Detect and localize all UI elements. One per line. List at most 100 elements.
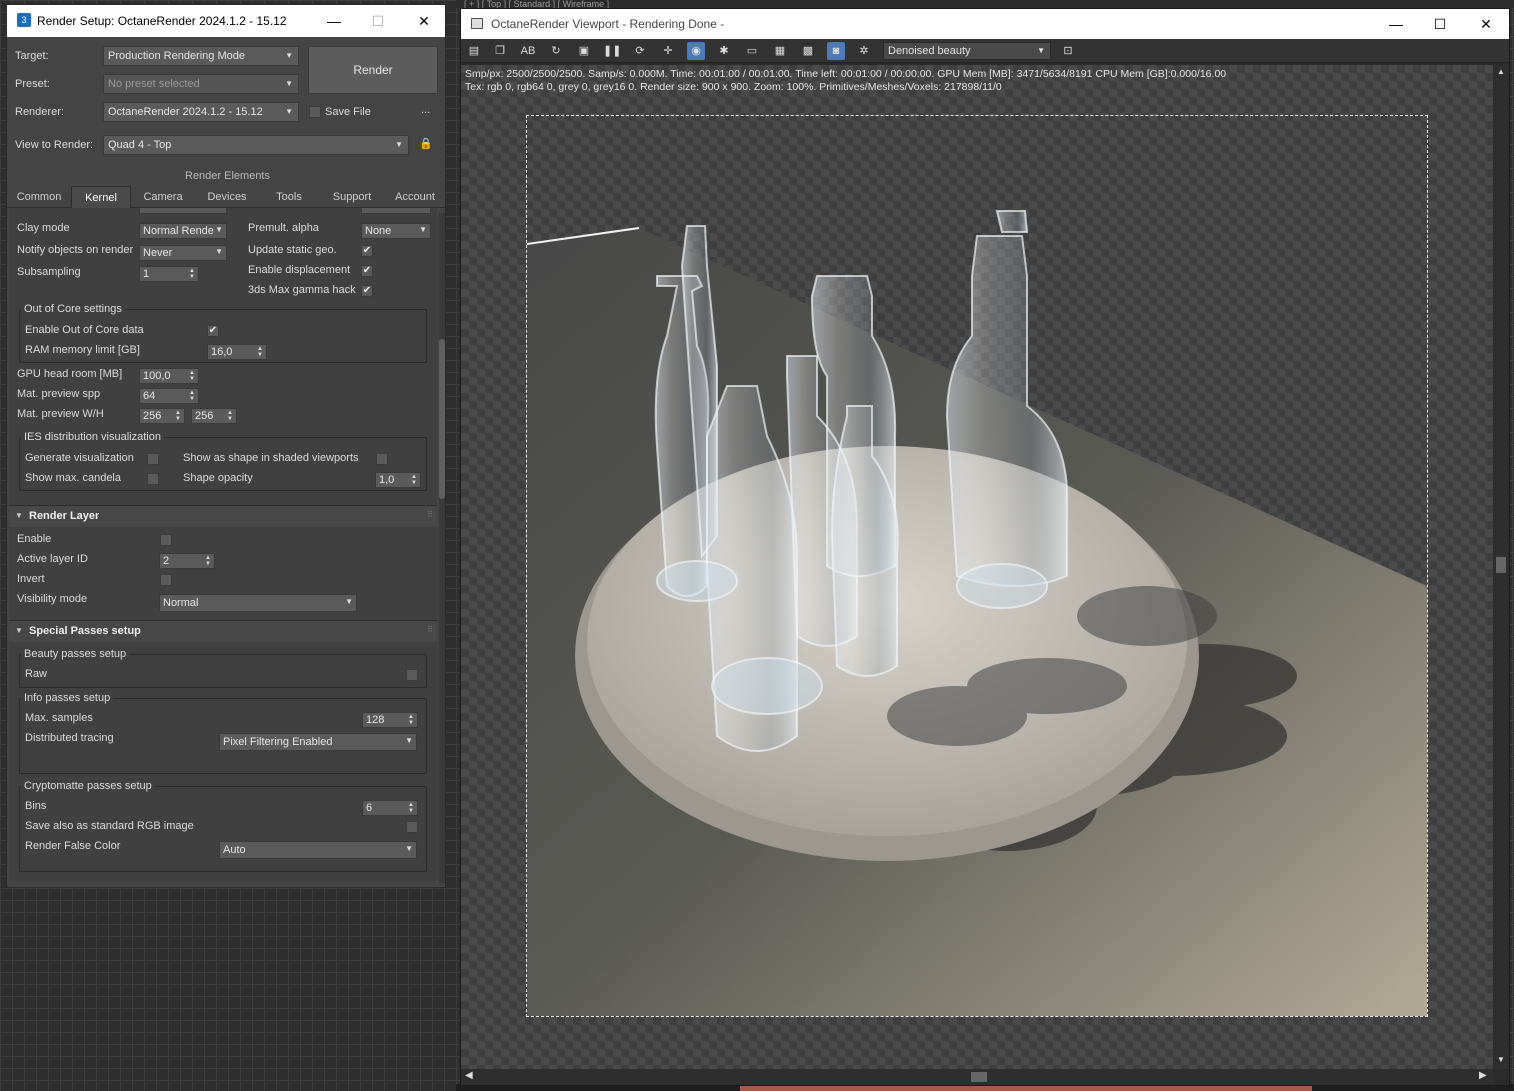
premult-alpha-dropdown[interactable]: None ▼: [361, 223, 431, 239]
save-file-label: Save File: [325, 106, 371, 118]
max-samples-spinner[interactable]: 128 ▲ ▼: [362, 712, 418, 728]
show-as-shape-checkbox[interactable]: [376, 453, 388, 465]
3dsmax-app-icon: 3: [17, 13, 31, 27]
tab-support[interactable]: Support: [321, 186, 383, 208]
tab-account[interactable]: Account: [387, 186, 443, 208]
shape-opacity-spinner[interactable]: 1,0 ▲ ▼: [375, 472, 421, 488]
settings-gear-icon[interactable]: ✲: [855, 42, 873, 60]
gpu-headroom-label: GPU head room [MB]: [17, 368, 123, 380]
film-region-icon[interactable]: ▦: [771, 42, 789, 60]
minimize-button[interactable]: —: [1373, 9, 1419, 39]
refresh-icon[interactable]: ⟳: [631, 42, 649, 60]
scroll-left-icon[interactable]: ◀: [465, 1070, 473, 1081]
invert-checkbox[interactable]: [160, 574, 172, 586]
gamma-hack-checkbox[interactable]: ✔: [361, 285, 373, 297]
vertical-scroll-thumb[interactable]: [1496, 557, 1506, 573]
lock-icon[interactable]: ▣: [575, 42, 593, 60]
pause-icon[interactable]: ❚❚: [603, 42, 621, 60]
distributed-tracing-label: Distributed tracing: [25, 732, 114, 744]
more-options-button[interactable]: ...: [421, 104, 430, 116]
tab-common[interactable]: Common: [11, 186, 67, 208]
render-elements-link[interactable]: Render Elements: [185, 170, 270, 182]
maximize-button[interactable]: ☐: [355, 5, 401, 37]
spinner-arrows-icon: ▲ ▼: [411, 474, 417, 486]
enable-displacement-checkbox[interactable]: ✔: [361, 265, 373, 277]
region-render-icon[interactable]: ✱: [715, 42, 733, 60]
viewport-display-icon[interactable]: ▭: [743, 42, 761, 60]
target-label: Target:: [15, 50, 49, 62]
gpu-headroom-spinner[interactable]: 100,0 ▲ ▼: [139, 368, 199, 384]
scroll-up-icon[interactable]: ▲: [1493, 67, 1509, 76]
tab-camera[interactable]: Camera: [135, 186, 191, 208]
scrollbar-thumb[interactable]: [439, 339, 445, 499]
mat-preview-width-spinner[interactable]: 256 ▲ ▼: [139, 408, 185, 424]
tab-kernel[interactable]: Kernel: [71, 186, 131, 208]
vertical-scrollbar[interactable]: ▲ ▼: [1493, 65, 1509, 1069]
render-button[interactable]: Render: [308, 46, 438, 94]
render-canvas[interactable]: Smp/px: 2500/2500/2500. Samp/s: 0.000M. …: [461, 65, 1493, 1069]
notify-objects-dropdown[interactable]: Never ▼: [139, 245, 227, 261]
horizontal-scroll-thumb[interactable]: [971, 1072, 987, 1082]
scroll-right-icon[interactable]: ▶: [1479, 1070, 1487, 1081]
raw-checkbox[interactable]: [406, 669, 418, 681]
generate-vis-checkbox[interactable]: [147, 453, 159, 465]
show-as-shape-label: Show as shape in shaded viewports: [183, 452, 359, 464]
update-static-geo-checkbox[interactable]: ✔: [361, 245, 373, 257]
render-pass-dropdown[interactable]: Denoised beauty ▼: [883, 42, 1051, 60]
clay-mode-dropdown[interactable]: Normal Rende ▼: [139, 223, 227, 239]
render-false-color-dropdown[interactable]: Auto ▼: [219, 841, 417, 859]
tab-devices[interactable]: Devices: [197, 186, 257, 208]
viewport-title: OctaneRender Viewport - Rendering Done -: [491, 17, 725, 31]
shape-opacity-label: Shape opacity: [183, 472, 253, 484]
copy-image-icon[interactable]: ❐: [491, 42, 509, 60]
maximize-button[interactable]: ☐: [1417, 9, 1463, 39]
save-rgb-checkbox[interactable]: [406, 821, 418, 833]
save-rgb-label: Save also as standard RGB image: [25, 820, 194, 832]
tab-tools[interactable]: Tools: [263, 186, 315, 208]
save-file-checkbox[interactable]: [309, 106, 321, 118]
save-image-icon[interactable]: ▤: [465, 42, 483, 60]
show-max-candela-checkbox[interactable]: [147, 473, 159, 485]
close-button[interactable]: ✕: [401, 5, 445, 37]
spinner-arrows-icon: ▲ ▼: [227, 410, 233, 422]
panel-scrollbar[interactable]: [439, 213, 445, 883]
minimize-button[interactable]: —: [311, 5, 357, 37]
distributed-tracing-dropdown[interactable]: Pixel Filtering Enabled ▼: [219, 733, 417, 751]
ooc-enable-checkbox[interactable]: ✔: [207, 325, 219, 337]
ram-limit-spinner[interactable]: 16,0 ▲ ▼: [207, 344, 267, 360]
viewport-titlebar[interactable]: OctaneRender Viewport - Rendering Done -…: [461, 9, 1509, 39]
chevron-down-icon: ▼: [345, 597, 353, 606]
chevron-down-icon: ▼: [285, 79, 293, 88]
mat-preview-height-spinner[interactable]: 256 ▲ ▼: [191, 408, 237, 424]
special-passes-rollout[interactable]: ▼ Special Passes setup ⠿: [9, 620, 437, 642]
view-to-render-dropdown[interactable]: Quad 4 - Top ▼: [103, 135, 409, 155]
subsampling-label: Subsampling: [17, 266, 81, 278]
mat-preview-spp-label: Mat. preview spp: [17, 388, 101, 400]
render-setup-titlebar[interactable]: 3 Render Setup: OctaneRender 2024.1.2 - …: [7, 5, 445, 37]
render-region-icon[interactable]: ▩: [799, 42, 817, 60]
horizontal-scrollbar[interactable]: ◀ ▶: [461, 1069, 1493, 1085]
restart-render-icon[interactable]: ↻: [547, 42, 565, 60]
spinner-arrows-icon: ▲ ▼: [205, 555, 211, 567]
target-dropdown[interactable]: Production Rendering Mode ▼: [103, 46, 299, 66]
mat-preview-spp-spinner[interactable]: 64 ▲ ▼: [139, 388, 199, 404]
scroll-down-icon[interactable]: ▼: [1493, 1055, 1509, 1064]
ab-compare-icon[interactable]: AB: [519, 42, 537, 60]
bins-spinner[interactable]: 6 ▲ ▼: [362, 800, 418, 816]
spinner-arrows-icon: ▲ ▼: [408, 802, 414, 814]
lock-icon[interactable]: 🔒: [419, 137, 433, 150]
focus-picker-icon[interactable]: ✛: [659, 42, 677, 60]
expand-icon[interactable]: ⊡: [1059, 42, 1077, 60]
premult-alpha-label: Premult. alpha: [248, 222, 319, 234]
close-button[interactable]: ✕: [1463, 9, 1509, 39]
ies-title: IES distribution visualization: [21, 431, 164, 443]
preset-dropdown[interactable]: No preset selected ▼: [103, 74, 299, 94]
renderer-dropdown[interactable]: OctaneRender 2024.1.2 - 15.12 ▼: [103, 102, 299, 122]
camera-sync-icon[interactable]: ◙: [827, 42, 845, 60]
active-layer-id-spinner[interactable]: 2 ▲ ▼: [159, 553, 215, 569]
visibility-mode-dropdown[interactable]: Normal ▼: [159, 594, 357, 612]
render-layer-rollout[interactable]: ▼ Render Layer ⠿: [9, 505, 437, 527]
subsampling-spinner[interactable]: 1 ▲ ▼: [139, 266, 199, 282]
color-picker-icon[interactable]: ◉: [687, 42, 705, 60]
render-layer-enable-checkbox[interactable]: [160, 534, 172, 546]
